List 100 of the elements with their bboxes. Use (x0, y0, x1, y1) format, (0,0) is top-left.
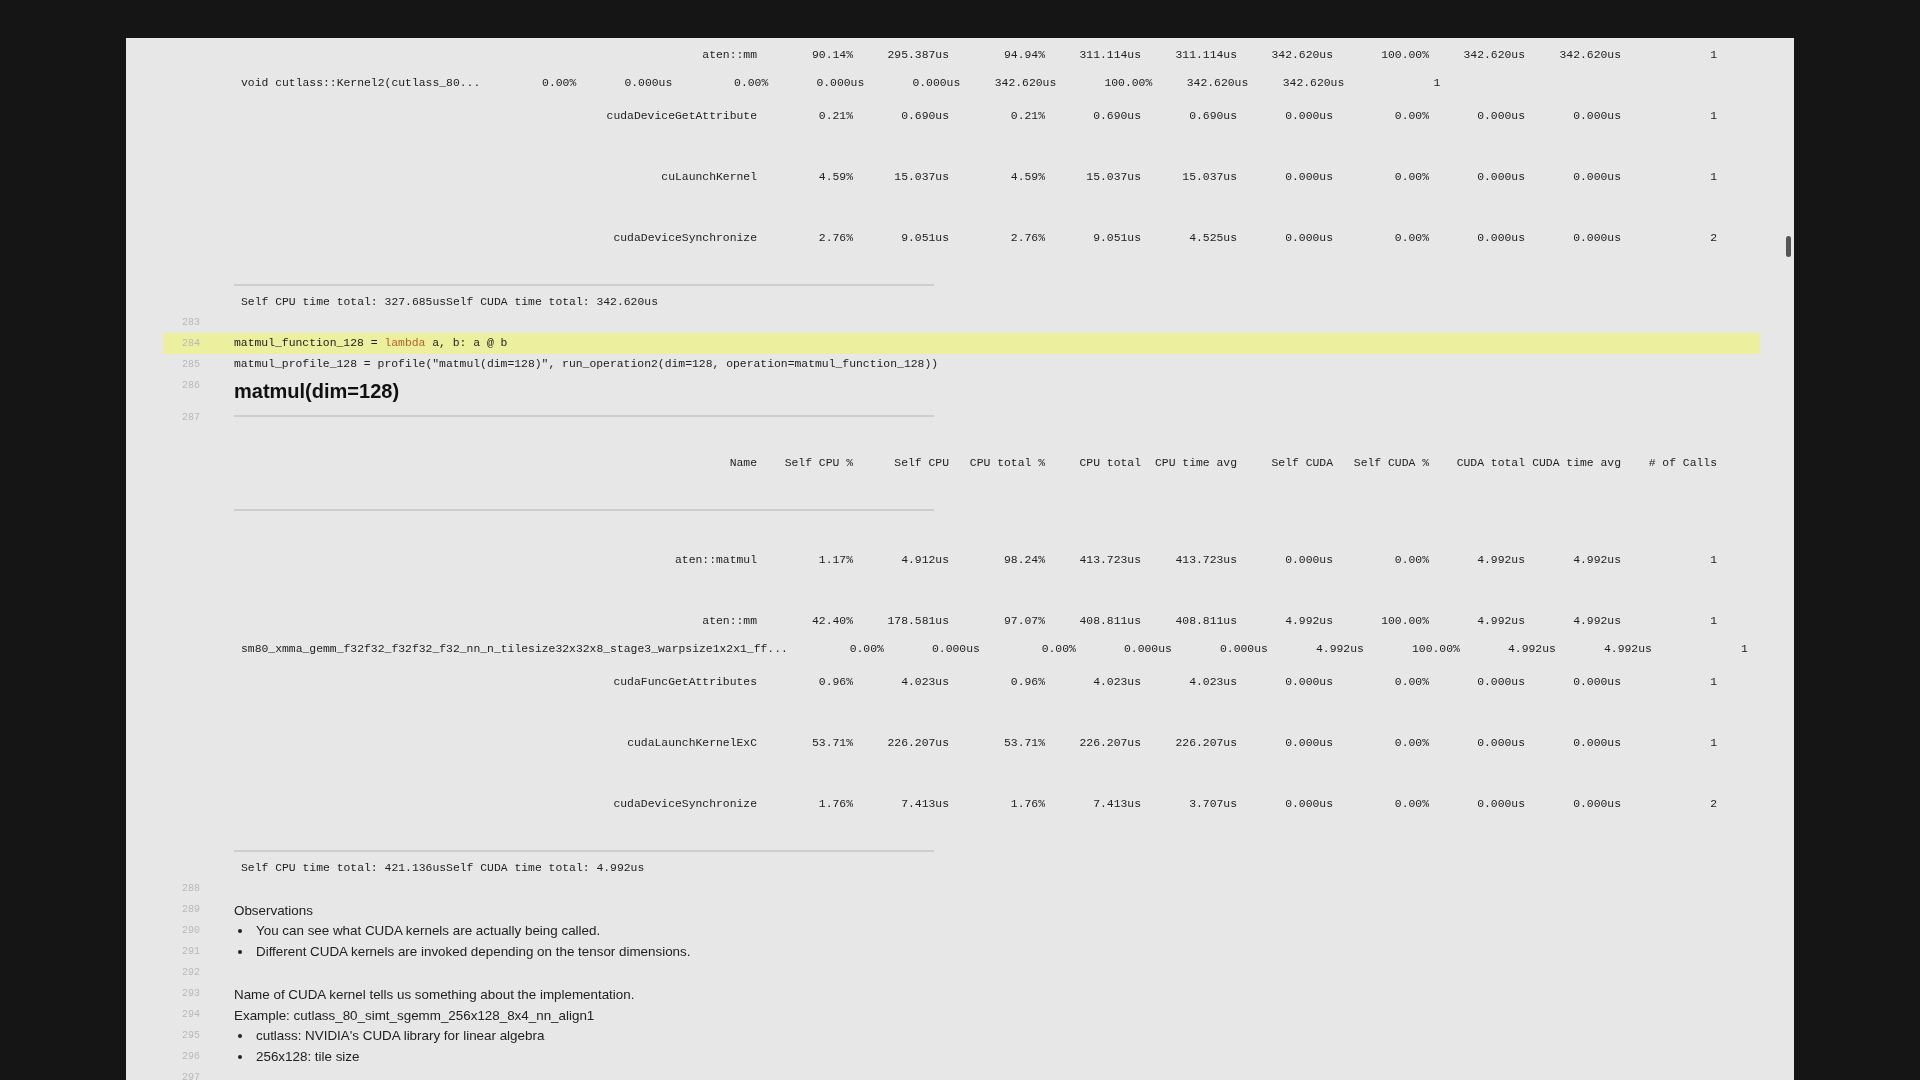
column-header: CPU time avg (1153, 456, 1237, 471)
table-cell-text: void cutlass::Kernel2(cutlass_80... (241, 76, 481, 91)
table-cell-text: 0.690us (1092, 109, 1141, 124)
column-header: CUDA time avg (1531, 456, 1621, 471)
table-cell-text: 4.023us (900, 675, 949, 690)
table-cell-text: 100.00% (1411, 642, 1460, 657)
column-header: CPU total % (968, 456, 1045, 471)
table-cell-text: 1 (1432, 76, 1441, 91)
table-cell-text: 4.992us (1603, 642, 1652, 657)
table-cell-text: 0.690us (900, 109, 949, 124)
table-cell-text: 342.620us (993, 76, 1057, 91)
bullet-text: You can see what CUDA kernels are actually being called. (256, 922, 601, 940)
table-cell-text: 2.76% (817, 231, 853, 246)
table-cell-text: 408.811us (1078, 614, 1141, 629)
table-cell-text: 4.59% (1009, 170, 1045, 185)
table-cell-text: 1 (1709, 675, 1717, 690)
table-cell-text: aten::mm (701, 48, 757, 63)
table-cell-text: 0.000us (1476, 109, 1525, 124)
table-cell-text: 0.21% (817, 109, 853, 124)
table-cell-text: 1 (1709, 614, 1717, 629)
table-cell-text: 4.992us (1284, 614, 1333, 629)
column-header: CPU total (1078, 456, 1141, 471)
table-cell-text: 1 (1709, 170, 1717, 185)
profile-summary: Self CPU time total: 421.136usSelf CUDA time total: 4.992us (241, 862, 645, 874)
bullet-icon (238, 928, 242, 933)
bullet-text: 256x128: tile size (256, 1048, 360, 1066)
text-line: Name of CUDA kernel tells us something about the implementation. (234, 987, 635, 1002)
table-cell-text: 1 (1709, 48, 1717, 63)
table-cell-text: 15.037us (893, 170, 949, 185)
table-cell-text: 15.037us (1085, 170, 1141, 185)
table-cell-text: 1.17% (817, 553, 853, 568)
table-cell-text: aten::mm (701, 614, 757, 629)
table-cell-text: 408.811us (1174, 614, 1237, 629)
scrollbar-thumb[interactable] (1786, 236, 1791, 257)
table-cell-text: 0.000us (1572, 231, 1621, 246)
table-cell-text: 342.620us (1281, 76, 1345, 91)
table-cell-text: 0.000us (1476, 170, 1525, 185)
table-cell-text: 413.723us (1078, 553, 1141, 568)
table-cell-text: 4.992us (1476, 553, 1525, 568)
table-cell-text: 226.207us (1174, 736, 1237, 751)
table-cell-text: 3.707us (1188, 797, 1237, 812)
table-cell-text: 0.000us (1572, 736, 1621, 751)
table-cell-text: 295.387us (886, 48, 949, 63)
table-cell-text: 0.00% (1393, 675, 1429, 690)
profile-summary: Self CPU time total: 327.685usSelf CUDA time total: 342.620us (241, 296, 658, 308)
table-cell-text: 0.00% (1393, 109, 1429, 124)
table-cell-text: 0.000us (623, 76, 673, 91)
table-cell-text: 4.912us (900, 553, 949, 568)
table-cell-text: 0.00% (1040, 642, 1076, 657)
column-header: Self CUDA % (1352, 456, 1429, 471)
table-cell-text: 1.76% (1009, 797, 1045, 812)
table-cell-text: 0.00% (733, 76, 769, 91)
table-cell-text: 226.207us (886, 736, 949, 751)
table-cell-text: 1 (1709, 736, 1717, 751)
table-cell-text: 94.94% (1003, 48, 1045, 63)
table-cell-text: 4.023us (1188, 675, 1237, 690)
table-cell-text: 0.000us (1284, 231, 1333, 246)
table-cell-text: 0.000us (1476, 231, 1525, 246)
table-cell-text: 100.00% (1380, 614, 1429, 629)
bullet-text: Different CUDA kernels are invoked depending on the tensor dimensions. (256, 943, 691, 961)
table-cell-text: aten::matmul (673, 553, 757, 568)
table-cell-text: 4.992us (1507, 642, 1556, 657)
table-cell-text: cudaFuncGetAttributes (612, 675, 757, 690)
table-cell-text: 0.000us (1572, 109, 1621, 124)
table-cell-text: 15.037us (1181, 170, 1237, 185)
table-cell-text: 178.581us (886, 614, 949, 629)
table-cell-text: 7.413us (1092, 797, 1141, 812)
table-cell-text: cudaLaunchKernelExC (626, 736, 757, 751)
table-cell-text: cudaDeviceSynchronize (612, 231, 757, 246)
table-cell-text: cudaDeviceGetAttribute (605, 109, 757, 124)
table-cell-text: 311.114us (1078, 48, 1141, 63)
column-header: # of Calls (1647, 456, 1717, 471)
table-cell-text: 0.96% (817, 675, 853, 690)
table-cell-text: 0.00% (1393, 797, 1429, 812)
table-cell-text: 0.000us (1284, 109, 1333, 124)
table-cell-text: 9.051us (900, 231, 949, 246)
table-cell-text: 342.620us (1270, 48, 1333, 63)
table-cell-text: 0.00% (1393, 736, 1429, 751)
table-cell-text: 0.00% (1393, 553, 1429, 568)
bullet-text: cutlass: NVIDIA's CUDA library for linear algebra (256, 1027, 545, 1045)
table-cell-text: 0.000us (1572, 797, 1621, 812)
table-cell-text: 0.000us (1572, 675, 1621, 690)
table-cell-text: 0.21% (1009, 109, 1045, 124)
column-header: Name (728, 456, 757, 471)
code-line: matmul_profile_128 = profile("matmul(dim=128)", run_operation2(dim=128, operation=matmul_function_128)) (234, 357, 940, 372)
bullet-icon (238, 1033, 242, 1038)
code-line: matmul_function_128 = lambda a, b: a @ b (234, 336, 509, 351)
section-heading: matmul(dim=128) (234, 380, 400, 402)
table-cell-text: 0.00% (1393, 231, 1429, 246)
table-cell-text: 0.000us (1476, 736, 1525, 751)
table-cell-text: 4.992us (1315, 642, 1364, 657)
table-cell-text: 4.992us (1572, 553, 1621, 568)
column-header: Self CPU % (783, 456, 853, 471)
table-cell-text: 100.00% (1103, 76, 1153, 91)
table-cell-text: 1 (1709, 553, 1717, 568)
table-cell-text: 4.525us (1188, 231, 1237, 246)
table-cell-text: 0.000us (815, 76, 865, 91)
column-header: Self CPU (893, 456, 949, 471)
table-cell-text: 0.000us (1219, 642, 1268, 657)
table-cell-text: 42.40% (811, 614, 853, 629)
